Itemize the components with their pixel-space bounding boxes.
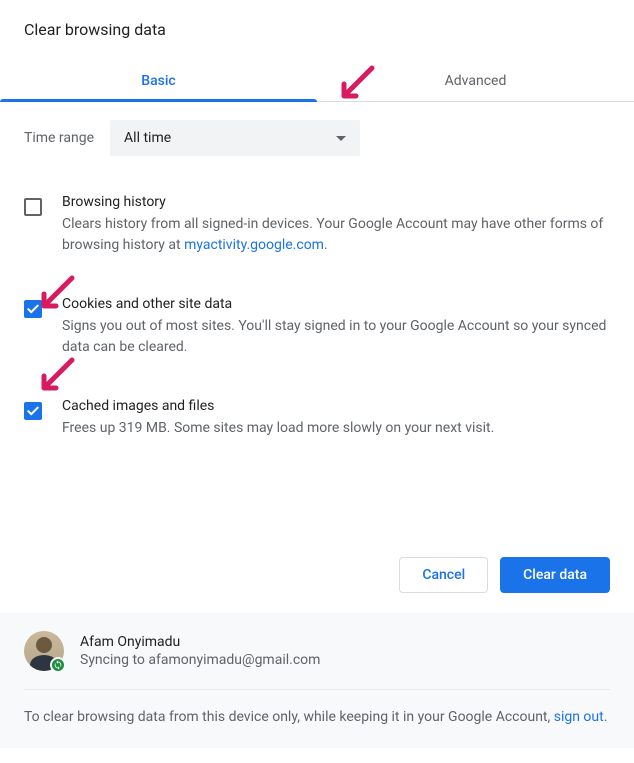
clear-data-button[interactable]: Clear data (500, 557, 610, 593)
myactivity-link[interactable]: myactivity.google.com (184, 237, 324, 253)
checkbox-cache[interactable] (24, 402, 42, 420)
time-range-value: All time (124, 130, 171, 146)
option-desc: Signs you out of most sites. You'll stay… (62, 316, 610, 358)
option-title: Browsing history (62, 194, 610, 210)
tabs: Basic Advanced (0, 61, 634, 102)
option-cookies: Cookies and other site data Signs you ou… (24, 280, 610, 382)
cancel-button[interactable]: Cancel (399, 557, 488, 593)
user-name: Afam Onyimadu (80, 634, 320, 650)
option-desc: Frees up 319 MB. Some sites may load mor… (62, 418, 494, 439)
dialog-buttons: Cancel Clear data (0, 463, 634, 613)
time-range-row: Time range All time (0, 102, 634, 168)
sync-icon (50, 657, 66, 673)
sign-out-link[interactable]: sign out (554, 709, 604, 725)
time-range-select[interactable]: All time (110, 120, 360, 156)
checkbox-browsing-history[interactable] (24, 198, 42, 216)
user-sync-status: Syncing to afamonyimadu@gmail.com (80, 652, 320, 668)
option-cache: Cached images and files Frees up 319 MB.… (24, 382, 610, 463)
footer-note: To clear browsing data from this device … (24, 690, 610, 728)
footer: Afam Onyimadu Syncing to afamonyimadu@gm… (0, 613, 634, 748)
option-browsing-history: Browsing history Clears history from all… (24, 178, 610, 280)
options-list: Browsing history Clears history from all… (0, 168, 634, 463)
checkbox-cookies[interactable] (24, 300, 42, 318)
tab-basic[interactable]: Basic (0, 61, 317, 101)
tab-advanced[interactable]: Advanced (317, 61, 634, 101)
option-title: Cached images and files (62, 398, 494, 414)
dialog-title: Clear browsing data (0, 0, 634, 49)
chevron-down-icon (336, 136, 346, 141)
option-desc: Clears history from all signed-in device… (62, 214, 610, 256)
time-range-label: Time range (24, 130, 94, 146)
option-title: Cookies and other site data (62, 296, 610, 312)
user-row: Afam Onyimadu Syncing to afamonyimadu@gm… (24, 631, 610, 690)
